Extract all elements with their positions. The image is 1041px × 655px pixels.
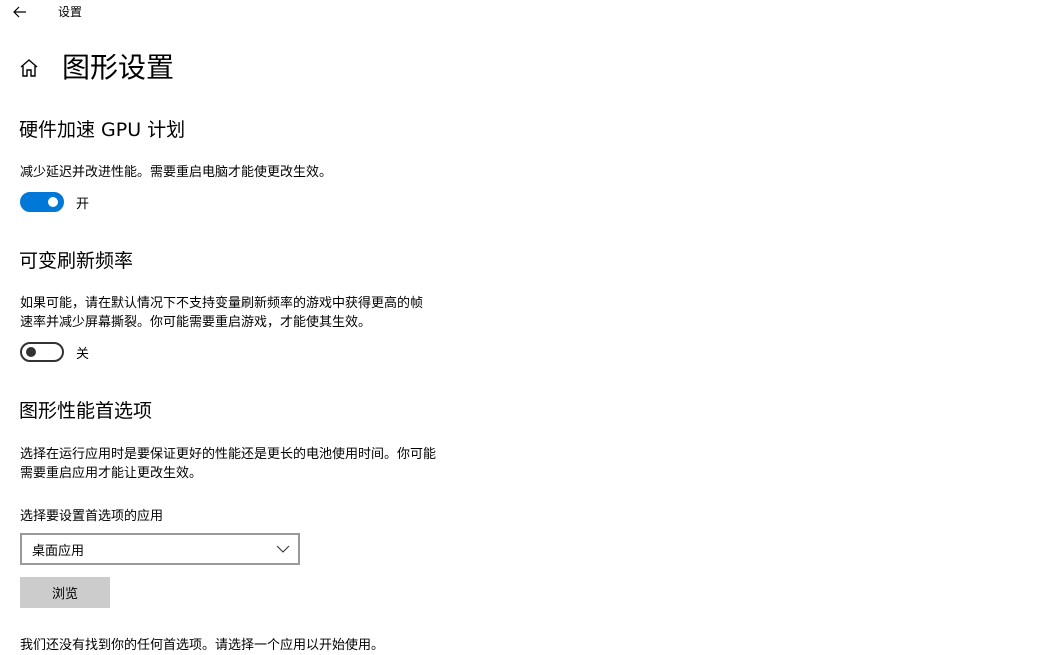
gpu-scheduling-toggle[interactable] — [20, 192, 64, 212]
variable-refresh-description-line2: 速率并减少屏幕撕裂。你可能需要重启游戏，才能使其生效。 — [20, 315, 372, 330]
page-header: 图形设置 — [18, 50, 174, 86]
empty-preferences-message: 我们还没有找到你的任何首选项。请选择一个应用以开始使用。 — [20, 638, 385, 653]
home-icon — [20, 59, 38, 77]
gpu-scheduling-toggle-label: 开 — [76, 196, 90, 212]
variable-refresh-toggle[interactable] — [20, 342, 64, 362]
toggle-knob — [48, 197, 58, 207]
home-button[interactable] — [18, 57, 40, 79]
variable-refresh-title: 可变刷新频率 — [19, 250, 134, 272]
app-select-label: 选择要设置首选项的应用 — [20, 509, 164, 524]
variable-refresh-description-line1: 如果可能，请在默认情况下不支持变量刷新频率的游戏中获得更高的帧 — [20, 296, 424, 311]
chevron-down-icon — [276, 545, 290, 553]
gpu-scheduling-title: 硬件加速 GPU 计划 — [19, 119, 186, 141]
back-arrow-icon — [13, 6, 26, 18]
variable-refresh-toggle-row: 关 — [20, 342, 89, 362]
toggle-knob — [26, 347, 36, 357]
variable-refresh-toggle-label: 关 — [76, 346, 90, 362]
graphics-preference-description-line2: 需要重启应用才能让更改生效。 — [20, 466, 203, 481]
app-type-select[interactable]: 桌面应用 — [20, 533, 300, 565]
title-bar: 设置 — [0, 0, 1041, 24]
app-type-select-value: 桌面应用 — [32, 543, 85, 559]
graphics-preference-description-line1: 选择在运行应用时是要保证更好的性能还是更长的电池使用时间。你可能 — [20, 447, 437, 462]
browse-button[interactable]: 浏览 — [20, 577, 110, 608]
app-title: 设置 — [58, 5, 83, 19]
back-button[interactable] — [8, 2, 32, 22]
gpu-scheduling-description: 减少延迟并改进性能。需要重启电脑才能使更改生效。 — [20, 165, 333, 180]
gpu-scheduling-toggle-row: 开 — [20, 192, 89, 212]
graphics-preference-title: 图形性能首选项 — [19, 400, 153, 422]
page-title: 图形设置 — [62, 51, 175, 84]
